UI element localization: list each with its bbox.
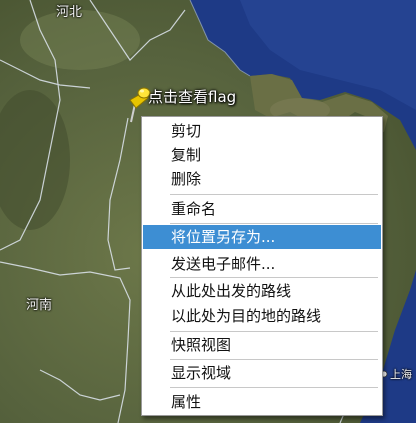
menu-item-save-place-as[interactable]: 将位置另存为... — [143, 225, 381, 249]
placemark-label[interactable]: 点击查看flag — [148, 86, 236, 107]
menu-separator — [170, 277, 378, 278]
menu-separator — [170, 387, 378, 388]
menu-separator — [170, 359, 378, 360]
map-label-shanghai: 上海 — [390, 368, 412, 381]
menu-item-delete[interactable]: 删除 — [143, 167, 381, 191]
menu-separator — [170, 194, 378, 195]
menu-separator — [170, 331, 378, 332]
menu-item-properties[interactable]: 属性 — [143, 390, 381, 414]
menu-item-snapshot-view[interactable]: 快照视图 — [143, 333, 381, 357]
menu-item-cut[interactable]: 剪切 — [143, 119, 381, 143]
menu-item-show-viewshed[interactable]: 显示视域 — [143, 361, 381, 385]
context-menu: 剪切 复制 删除 重命名 将位置另存为... 发送电子邮件... 从此处出发的路… — [141, 116, 383, 416]
map-label-hebei: 河北 — [56, 5, 83, 20]
menu-item-email[interactable]: 发送电子邮件... — [143, 252, 381, 276]
map-label-henan: 河南 — [26, 298, 53, 313]
menu-item-rename[interactable]: 重命名 — [143, 197, 381, 221]
menu-item-copy[interactable]: 复制 — [143, 143, 381, 167]
menu-item-directions-to-here[interactable]: 以此处为目的地的路线 — [143, 304, 381, 328]
menu-separator — [170, 223, 378, 224]
menu-item-directions-from-here[interactable]: 从此处出发的路线 — [143, 279, 381, 303]
